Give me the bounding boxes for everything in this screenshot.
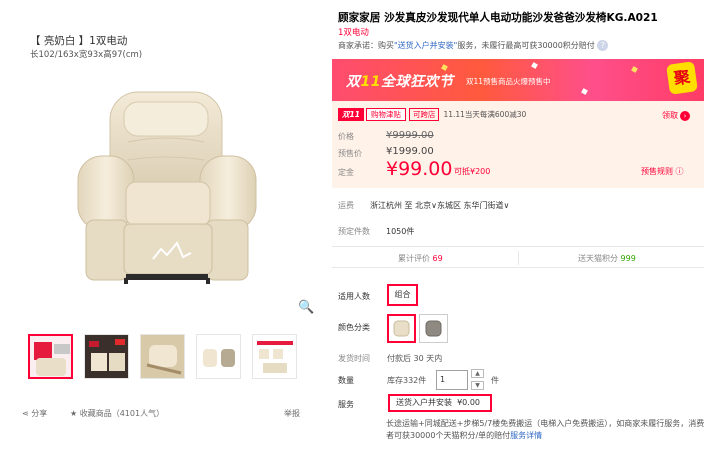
presale-price-label: 预售价 [338, 149, 362, 158]
variant-title: 【 亮奶白 】1双电动 [30, 35, 128, 47]
deposit-price: ¥99.00 [386, 158, 453, 180]
original-price-label: 价格 [338, 132, 354, 141]
service-label: 服务 [338, 400, 354, 409]
chevron-right-icon: › [680, 111, 690, 121]
presale-price: ¥1999.00 [386, 146, 434, 157]
banner-title: 双11全球狂欢节 [346, 74, 454, 90]
variant-dimensions: 长102/163x宽93x高97(cm) [30, 50, 143, 60]
quantity-input[interactable]: 1 [436, 370, 468, 390]
color-label: 颜色分类 [338, 323, 370, 332]
quantity-decrease-button[interactable]: ▼ [471, 381, 484, 390]
shopping-allowance: 双11 购物津贴 可跨店 11.11当天每满600减30 [338, 108, 526, 121]
thumbnail-3[interactable] [140, 334, 185, 379]
service-option[interactable]: 送货入户并安装 ¥0.00 [388, 394, 492, 412]
stats-bar: 累计评价 69 送天猫积分 999 [332, 246, 704, 268]
people-label: 适用人数 [338, 292, 370, 301]
deposit-deduction: 可抵¥200 [454, 167, 491, 176]
share-link[interactable]: ⋖ 分享 [22, 408, 47, 419]
thumbnail-4[interactable] [196, 334, 241, 379]
favorite-link[interactable]: ★ 收藏商品（4101人气） [70, 408, 164, 419]
ship-time: 付款后 30 天内 [387, 354, 443, 363]
stock-count: 库存332件 [387, 376, 427, 385]
merchant-promise: 商家承诺：购买"送货入户并安装"服务，未履行最高可获30000积分赔付 ? [338, 40, 609, 51]
shipping-label: 运费 [338, 201, 354, 210]
service-description: 长途运输+同城配送+步梯5/7楼免费搬运（电梯入户免费搬运），如商家未履行服务，… [386, 419, 705, 440]
presale-rules-link[interactable]: 预售规则 ⓘ [641, 166, 684, 177]
option-people-combo[interactable]: 组合 [387, 284, 418, 306]
magnifier-icon[interactable]: 🔍 [298, 300, 314, 315]
thumbnail-2[interactable] [84, 334, 129, 379]
service-detail-link[interactable]: 服务详情 [510, 431, 542, 440]
quantity-increase-button[interactable]: ▲ [471, 369, 484, 378]
shipping-destination[interactable]: 浙江杭州 至 北京∨东城区 东华门街道∨ [370, 200, 509, 211]
report-link[interactable]: 举报 [284, 408, 300, 419]
review-count[interactable]: 累计评价 69 [398, 253, 443, 264]
tmall-points: 送天猫积分 999 [578, 254, 636, 263]
main-product-image[interactable] [28, 64, 313, 324]
presale-count-label: 预定件数 [338, 227, 370, 236]
product-title: 顾家家居 沙发真皮沙发现代单人电动功能沙发爸爸沙发椅KG.A021 [338, 12, 658, 24]
ship-time-label: 发货时间 [338, 354, 370, 363]
product-subtitle: 1双电动 [338, 28, 369, 38]
allowance-tag: 购物津贴 [365, 108, 406, 121]
thumbnail-5[interactable] [252, 334, 297, 379]
deposit-label: 定金 [338, 168, 354, 177]
quantity-label: 数量 [338, 376, 354, 385]
ju-badge: 聚 [666, 61, 698, 95]
promise-service-link[interactable]: "送货入户并安装" [394, 41, 457, 50]
help-icon[interactable]: ? [597, 40, 609, 51]
banner-subtitle: 双11预售商品火爆预售中 [466, 77, 551, 86]
color-swatch-gray[interactable] [419, 314, 448, 343]
quantity-unit: 件 [491, 376, 499, 385]
presale-count: 1050件 [386, 227, 415, 236]
thumbnail-1[interactable] [28, 334, 73, 379]
claim-coupon-link[interactable]: 领取 › [662, 110, 690, 121]
double11-banner[interactable]: 双11全球狂欢节 双11预售商品火爆预售中 聚 [332, 59, 704, 101]
thumbnail-strip [28, 334, 297, 379]
color-swatch-cream[interactable] [387, 314, 416, 343]
original-price: ¥9999.00 [386, 130, 434, 141]
